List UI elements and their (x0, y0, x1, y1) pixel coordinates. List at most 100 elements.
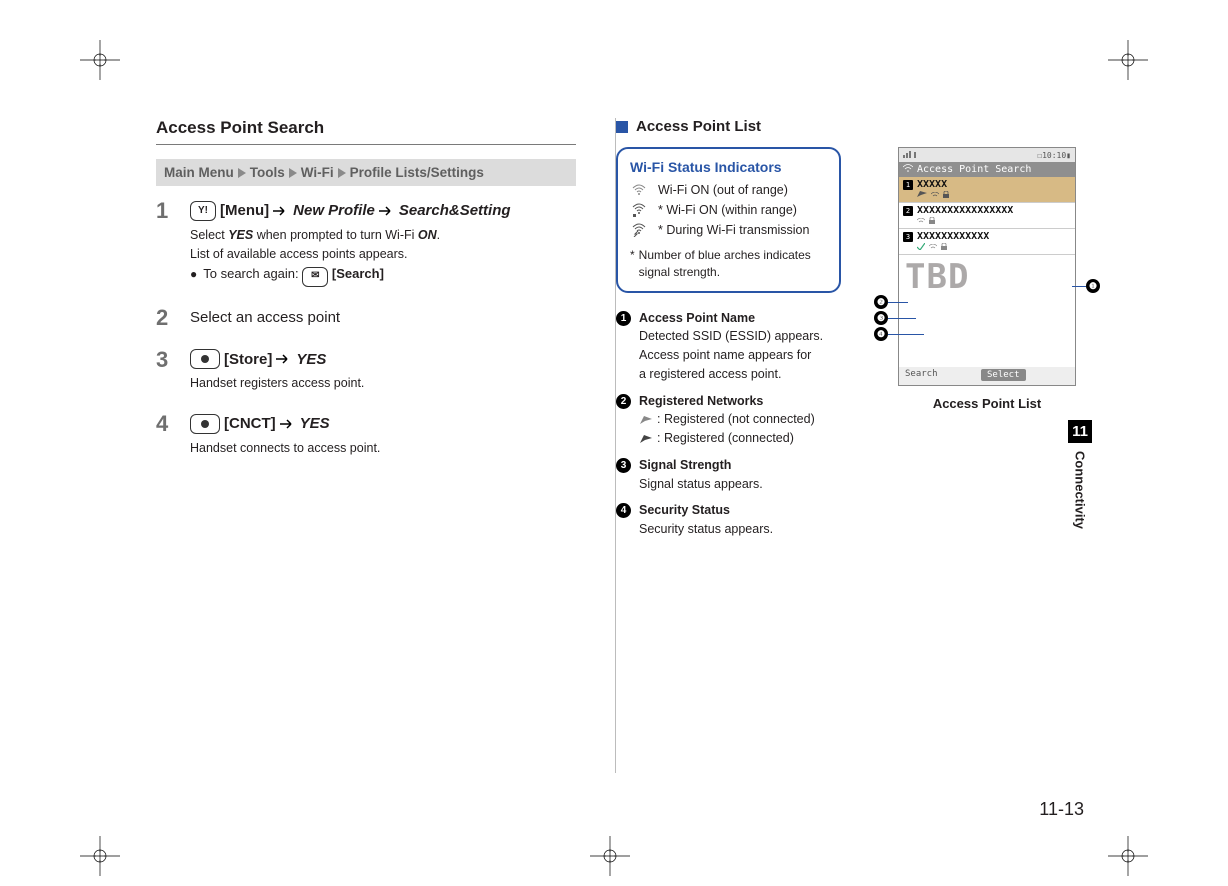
breadcrumb-item: Main Menu (164, 165, 234, 180)
step-note: Select YES when prompted to turn Wi-Fi O… (190, 226, 576, 245)
step-1: 1 Y! [Menu] New Profile Search&Setting S… (156, 200, 576, 287)
wifi-box-note: * Number of blue arches indicates signal… (630, 247, 827, 281)
leader-line (1072, 286, 1086, 287)
lead-badge-3: ❸ (874, 311, 888, 325)
phone-list-row[interactable]: 1 XXXXX (899, 177, 1075, 203)
bullet-icon: ● (190, 265, 197, 284)
step-number: 3 (156, 349, 176, 371)
step-head-part: YES (300, 413, 330, 435)
wifi-small-icon (931, 191, 939, 200)
breadcrumb-arrow-icon (338, 168, 346, 178)
breadcrumb-item: Tools (250, 165, 285, 180)
crop-mark-br (1108, 836, 1148, 876)
chapter-name: Connectivity (1073, 451, 1088, 529)
check-icon (917, 243, 925, 252)
softkey-left[interactable]: Search (905, 369, 938, 381)
row-name: XXXXXXXXXXXX (917, 231, 989, 242)
chapter-number: 11 (1068, 420, 1092, 443)
step-4: 4 [CNCT] YES Handset connects to access … (156, 413, 576, 458)
breadcrumb-arrow-icon (289, 168, 297, 178)
step-head-part: [Store] (224, 349, 272, 371)
arrow-right-icon (379, 206, 395, 216)
wifi-box-title: Wi-Fi Status Indicators (630, 159, 827, 175)
wifi-small-icon (903, 164, 913, 175)
breadcrumb-item: Wi-Fi (301, 165, 334, 180)
wifi-small-icon (929, 243, 937, 252)
phone-mockup: ☐10:10▮ Access Point Search 1 XXXXX (898, 147, 1076, 386)
subsection-title: Access Point List (636, 118, 761, 135)
callout-title: Security Status (639, 501, 773, 520)
crop-mark-tl (80, 40, 120, 80)
page-number: 11-13 (1039, 799, 1084, 820)
leader-line (888, 302, 908, 303)
wifi-out-of-range-icon (630, 184, 648, 196)
section-title: Access Point Search (156, 118, 576, 145)
callout-line: Signal status appears. (639, 475, 763, 494)
square-bullet-icon (616, 121, 628, 133)
mail-key-icon: ✉ (302, 267, 328, 287)
callout-title: Registered Networks (639, 392, 815, 411)
callout-line: Detected SSID (ESSID) appears. (639, 327, 823, 346)
row-num-icon: 2 (903, 206, 913, 216)
lock-icon (929, 217, 935, 226)
flag-icon (917, 191, 927, 200)
callout-number-icon: 1 (616, 311, 631, 326)
arrow-right-icon (280, 419, 296, 429)
bullet-suffix: [Search] (332, 266, 384, 281)
breadcrumb-item: Profile Lists/Settings (350, 165, 484, 180)
step-note: Handset registers access point. (190, 374, 576, 393)
lead-badge-1: ❶ (1086, 279, 1100, 293)
row-num-icon: 3 (903, 232, 913, 242)
crop-mark-bl (80, 836, 120, 876)
phone-caption: Access Point List (898, 396, 1076, 411)
wifi-row: * During Wi-Fi transmission (630, 223, 827, 237)
callout-title: Access Point Name (639, 309, 823, 328)
lock-icon (941, 243, 947, 252)
callout-4: 4 Security Status Security status appear… (616, 501, 841, 539)
step-bullet: ● To search again: ✉ [Search] (190, 265, 576, 286)
subsection-heading: Access Point List (616, 118, 1076, 135)
lock-icon (943, 191, 949, 200)
callout-1: 1 Access Point Name Detected SSID (ESSID… (616, 309, 841, 384)
leader-line (888, 334, 924, 335)
row-name: XXXXX (917, 179, 947, 190)
phone-list-row[interactable]: 3 XXXXXXXXXXXX (899, 229, 1075, 255)
wifi-row: Wi-Fi ON (out of range) (630, 183, 827, 197)
wifi-in-range-icon (630, 203, 648, 217)
wifi-row-text: Wi-Fi ON (out of range) (658, 183, 788, 197)
callout-2: 2 Registered Networks : Registered (not … (616, 392, 841, 448)
callout-line: : Registered (connected) (639, 429, 815, 448)
callout-line: : Registered (not connected) (639, 410, 815, 429)
y-key-icon: Y! (190, 201, 216, 221)
chapter-tab: 11 Connectivity (1068, 420, 1092, 529)
step-head: Select an access point (190, 307, 576, 329)
callout-title: Signal Strength (639, 456, 763, 475)
step-head: [Store] YES (190, 349, 576, 371)
callout-line: a registered access point. (639, 365, 823, 384)
callout-3: 3 Signal Strength Signal status appears. (616, 456, 841, 494)
callout-number-icon: 4 (616, 503, 631, 518)
step-number: 1 (156, 200, 176, 222)
step-head-part: New Profile (293, 200, 375, 222)
phone-statusbar: ☐10:10▮ (899, 148, 1075, 162)
wifi-row-text: During Wi-Fi transmission (666, 223, 809, 237)
phone-screen-title: Access Point Search (899, 162, 1075, 177)
phone-list-row[interactable]: 2 XXXXXXXXXXXXXXXX (899, 203, 1075, 229)
step-head-part: [CNCT] (224, 413, 276, 435)
softkey-center[interactable]: Select (981, 369, 1026, 381)
wifi-status-indicators-box: Wi-Fi Status Indicators Wi-Fi ON (out of… (616, 147, 841, 293)
center-key-icon (190, 349, 220, 369)
step-note: Handset connects to access point. (190, 439, 576, 458)
callout-number-icon: 3 (616, 458, 631, 473)
bullet-text: To search again: (203, 266, 298, 281)
step-3: 3 [Store] YES Handset registers access p… (156, 349, 576, 394)
callout-line: Security status appears. (639, 520, 773, 539)
row-num-icon: 1 (903, 180, 913, 190)
breadcrumb: Main Menu Tools Wi-Fi Profile Lists/Sett… (156, 159, 576, 186)
row-name: XXXXXXXXXXXXXXXX (917, 205, 1013, 216)
step-head-part: Search&Setting (399, 200, 511, 222)
step-head: [CNCT] YES (190, 413, 576, 435)
wifi-row-text: Wi-Fi ON (within range) (666, 203, 797, 217)
arrow-right-icon (276, 354, 292, 364)
callout-number-icon: 2 (616, 394, 631, 409)
